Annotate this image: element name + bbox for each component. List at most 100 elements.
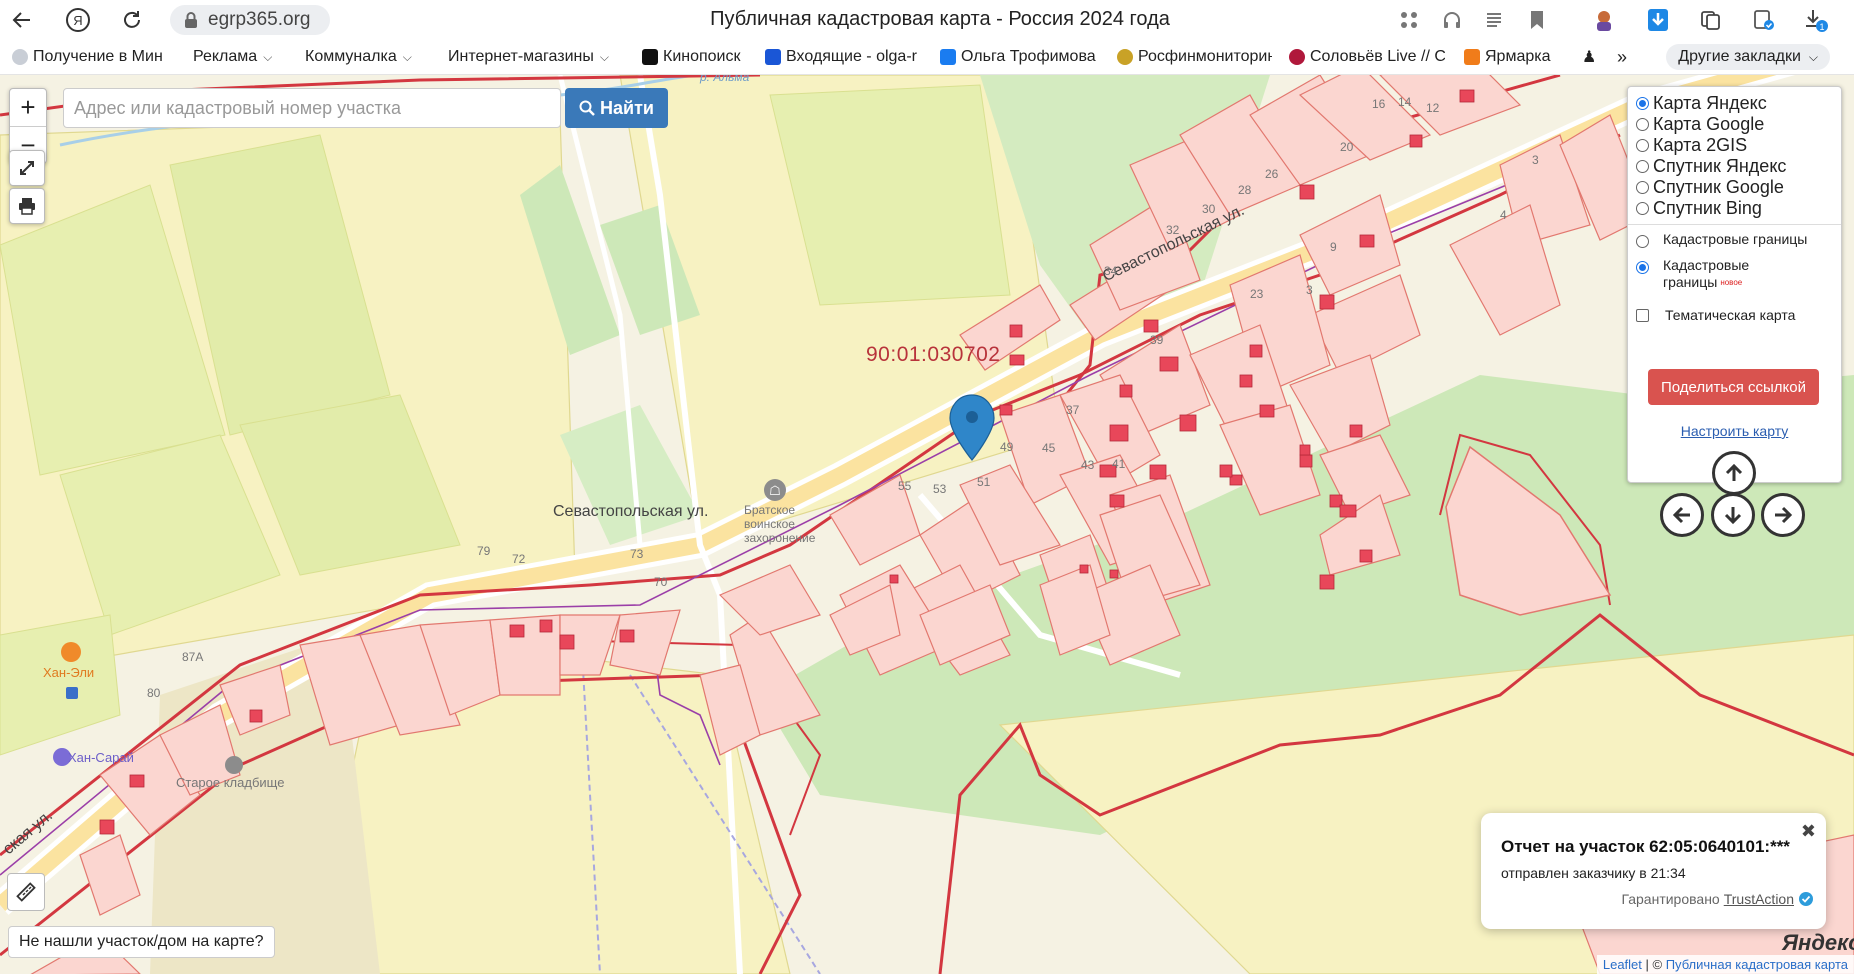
close-icon[interactable]: ✖ [1801, 821, 1816, 842]
bookmark-label: Росфинмониторин [1138, 48, 1272, 65]
layer-option-label: Кадастровые границы [1663, 231, 1808, 247]
chevron-down-icon: ⌵ [599, 49, 609, 64]
memorial-label: Братское воинское захоронение [744, 503, 816, 545]
house-number: 20 [1340, 140, 1354, 154]
cemetery-label: Старое кладбище [176, 775, 285, 790]
trustaction-link[interactable]: TrustAction [1724, 891, 1794, 907]
layer-option-label: Карта 2GIS [1653, 135, 1748, 155]
toast-guarantee: Гарантировано TrustAction [1621, 891, 1814, 907]
house-number: 3 [1532, 153, 1539, 167]
house-number: 4 [1500, 208, 1507, 222]
attribution-separator: | © [1641, 957, 1666, 972]
pan-down-button[interactable] [1711, 493, 1755, 537]
layer-option-bing-satellite[interactable]: Спутник Bing [1636, 198, 1762, 219]
extension-avatar-icon[interactable] [1589, 5, 1619, 35]
collections-icon[interactable] [1695, 5, 1725, 35]
protect-icon[interactable] [1749, 5, 1779, 35]
kinopoisk-icon [642, 49, 658, 65]
house-number: 49 [1000, 440, 1014, 454]
bookmark-folder[interactable]: Интернет-магазины ⌵ [448, 46, 609, 68]
download-icon[interactable] [1643, 5, 1673, 35]
bookmark-label: Ярмарка [1485, 48, 1551, 65]
layer-option-thematic[interactable]: Тематическая карта [1636, 307, 1795, 324]
radio-icon [1636, 139, 1649, 152]
fullscreen-button[interactable] [9, 150, 45, 186]
search-input[interactable] [63, 88, 561, 128]
map-canvas[interactable]: ☖ р. Альма 90:01:030702 Севастопольская … [0, 75, 1854, 974]
pan-left-button[interactable] [1660, 493, 1704, 537]
bookmarks-bar: Получение в Мин Реклама ⌵ Коммуналка ⌵ Инт… [0, 40, 1854, 75]
layer-option-2gis-map[interactable]: Карта 2GIS [1636, 135, 1747, 156]
zoom-in-button[interactable]: + [10, 89, 46, 127]
expand-icon [20, 161, 34, 175]
reload-button[interactable] [116, 4, 148, 36]
bookmark-folder[interactable]: Реклама ⌵ [193, 46, 272, 68]
checkbox-icon [1636, 309, 1649, 322]
house-number: 51 [977, 475, 991, 489]
bookmark-label: Соловьёв Live // С [1310, 48, 1445, 65]
more-bookmarks-label: » [1617, 46, 1628, 67]
house-number: 73 [630, 547, 644, 561]
bookmark-item[interactable]: Получение в Мин [12, 46, 170, 68]
house-number: 79 [477, 544, 491, 558]
bookmark-item[interactable]: Росфинмониторин [1117, 46, 1272, 68]
layer-option-yandex-satellite[interactable]: Спутник Яндекс [1636, 156, 1786, 177]
layer-option-label: Карта Яндекс [1653, 93, 1767, 113]
house-number: 37 [1066, 403, 1080, 417]
pan-right-button[interactable] [1761, 493, 1805, 537]
bookmark-label: Коммуналка [305, 48, 397, 65]
river-label: р. Альма [700, 75, 750, 84]
leaflet-link[interactable]: Leaflet [1603, 957, 1642, 972]
bookmark-item[interactable]: Соловьёв Live // С [1289, 46, 1445, 68]
bookmark-item[interactable]: Входящие - olga-r [765, 46, 923, 68]
chevron-down-icon: ⌵ [1808, 49, 1818, 64]
downloads-badge-icon[interactable]: 1 [1801, 5, 1831, 35]
bookmark-label: Получение в Мин [33, 48, 163, 65]
bookmark-folder[interactable]: Коммуналка ⌵ [305, 46, 412, 68]
house-number: 70 [654, 575, 668, 589]
other-bookmarks-button[interactable]: Другие закладки ⌵ [1666, 44, 1830, 70]
bookmark-item[interactable]: Ярмарка [1464, 46, 1572, 68]
layer-option-yandex-map[interactable]: Карта Яндекс [1636, 93, 1767, 114]
house-number: 39 [1150, 333, 1164, 347]
new-badge: новое [1720, 278, 1743, 287]
layer-option-cadastral-old[interactable]: Кадастровые границы [1636, 231, 1831, 248]
arrow-right-icon [1775, 506, 1793, 524]
bookmark-favicon-icon [12, 49, 28, 65]
back-button[interactable] [6, 4, 38, 36]
layer-option-label: Спутник Bing [1653, 198, 1762, 218]
layer-option-cadastral-new[interactable]: Кадастровые границы новое [1636, 257, 1786, 291]
measure-button[interactable] [7, 873, 45, 911]
not-found-button[interactable]: Не нашли участок/дом на карте? [8, 926, 275, 958]
toast-title: Отчет на участок 62:05:0640101:*** [1501, 837, 1790, 856]
divider [1628, 224, 1841, 225]
layer-option-label: Спутник Google [1653, 177, 1784, 197]
bookmark-item[interactable]: ♟ [1582, 46, 1596, 68]
layer-option-google-map[interactable]: Карта Google [1636, 114, 1764, 135]
print-button[interactable] [9, 188, 45, 224]
house-number: 12 [1426, 101, 1440, 115]
house-number: 41 [1112, 457, 1126, 471]
source-link[interactable]: Публичная кадастровая карта [1666, 957, 1848, 972]
reader-icon[interactable] [1479, 5, 1509, 35]
cadastral-number-label[interactable]: 90:01:030702 [866, 343, 1000, 367]
printer-icon [19, 198, 35, 215]
house-number: 28 [1238, 183, 1252, 197]
search-icon [579, 100, 595, 116]
search-button[interactable]: Найти [565, 88, 668, 128]
pan-up-button[interactable] [1712, 451, 1756, 495]
yandex-browser-button[interactable]: Я [62, 4, 94, 36]
bookmark-item[interactable]: Кинопоиск [642, 46, 741, 68]
address-bar[interactable]: egrp365.org [170, 5, 330, 35]
apps-icon[interactable] [1394, 5, 1424, 35]
more-bookmarks-button[interactable]: » [1617, 46, 1627, 68]
yarmarka-icon [1464, 49, 1480, 65]
house-number: 3 [1306, 283, 1313, 297]
headphones-icon[interactable] [1437, 5, 1467, 35]
bookmark-icon[interactable] [1522, 5, 1552, 35]
share-link-button[interactable]: Поделиться ссылкой [1648, 369, 1819, 405]
tune-map-link[interactable]: Настроить карту [1628, 423, 1841, 439]
bookmark-item[interactable]: Ольга Трофимова [940, 46, 1096, 68]
layer-option-google-satellite[interactable]: Спутник Google [1636, 177, 1784, 198]
radio-icon [1636, 202, 1649, 215]
